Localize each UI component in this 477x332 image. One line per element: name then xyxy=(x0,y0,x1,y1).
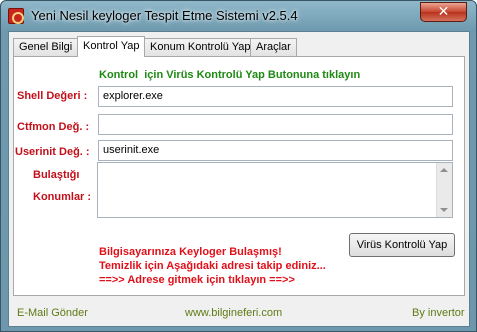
tab-konum-kontrolu-yap[interactable]: Konum Kontrolü Yap xyxy=(144,38,257,56)
warning-link[interactable]: ==>> Adrese gitmek için tıklayın ==>> xyxy=(99,274,295,286)
app-icon xyxy=(8,8,24,24)
warning-line-1: Bilgisayarınıza Keyloger Bulaşmış! xyxy=(99,246,282,258)
infected-locations-label-line1: Bulaştığı xyxy=(33,169,80,181)
info-text: Kontrol için Virüs Kontrolü Yap Butonuna… xyxy=(99,69,361,81)
kontrol-yap-panel: Kontrol için Virüs Kontrolü Yap Butonuna… xyxy=(13,56,465,296)
email-link[interactable]: E-Mail Gönder xyxy=(17,307,88,319)
app-window: Yeni Nesil keyloger Tespit Etme Sistemi … xyxy=(0,0,477,332)
tab-genel-bilgi[interactable]: Genel Bilgi xyxy=(13,38,79,56)
virus-scan-button[interactable]: Virüs Kontrolü Yap xyxy=(349,233,455,257)
title-bar[interactable]: Yeni Nesil keyloger Tespit Etme Sistemi … xyxy=(1,1,476,31)
ctfmon-label: Ctfmon Değ. : xyxy=(17,121,90,133)
shell-label: Shell Değeri : xyxy=(17,90,88,102)
scroll-down-icon[interactable] xyxy=(440,208,448,212)
warning-line-2: Temizlik için Aşağıdaki adresi takip edi… xyxy=(99,260,326,272)
userinit-value-field[interactable]: userinit.exe xyxy=(98,140,453,161)
author-text: By invertor xyxy=(412,307,465,319)
tab-kontrol-yap[interactable]: Kontrol Yap xyxy=(77,36,146,57)
window-title: Yeni Nesil keyloger Tespit Etme Sistemi … xyxy=(31,8,298,23)
status-bar: E-Mail Gönder www.bilgineferi.com By inv… xyxy=(9,300,469,326)
website-link[interactable]: www.bilgineferi.com xyxy=(185,307,282,319)
close-button[interactable]: ✕ xyxy=(420,2,467,22)
shell-value-field[interactable]: explorer.exe xyxy=(98,86,453,107)
list-scrollbar[interactable] xyxy=(436,163,452,217)
infected-locations-list[interactable] xyxy=(97,162,453,218)
ctfmon-value-field[interactable] xyxy=(98,114,453,135)
scroll-up-icon[interactable] xyxy=(440,168,448,172)
client-area: Genel Bilgi Kontrol Yap Konum Kontrolü Y… xyxy=(8,31,470,327)
infected-locations-label-line2: Konumlar : xyxy=(33,191,92,203)
tab-araclar[interactable]: Araçlar xyxy=(250,38,297,56)
userinit-label: Userinit Değ. : xyxy=(15,146,90,158)
